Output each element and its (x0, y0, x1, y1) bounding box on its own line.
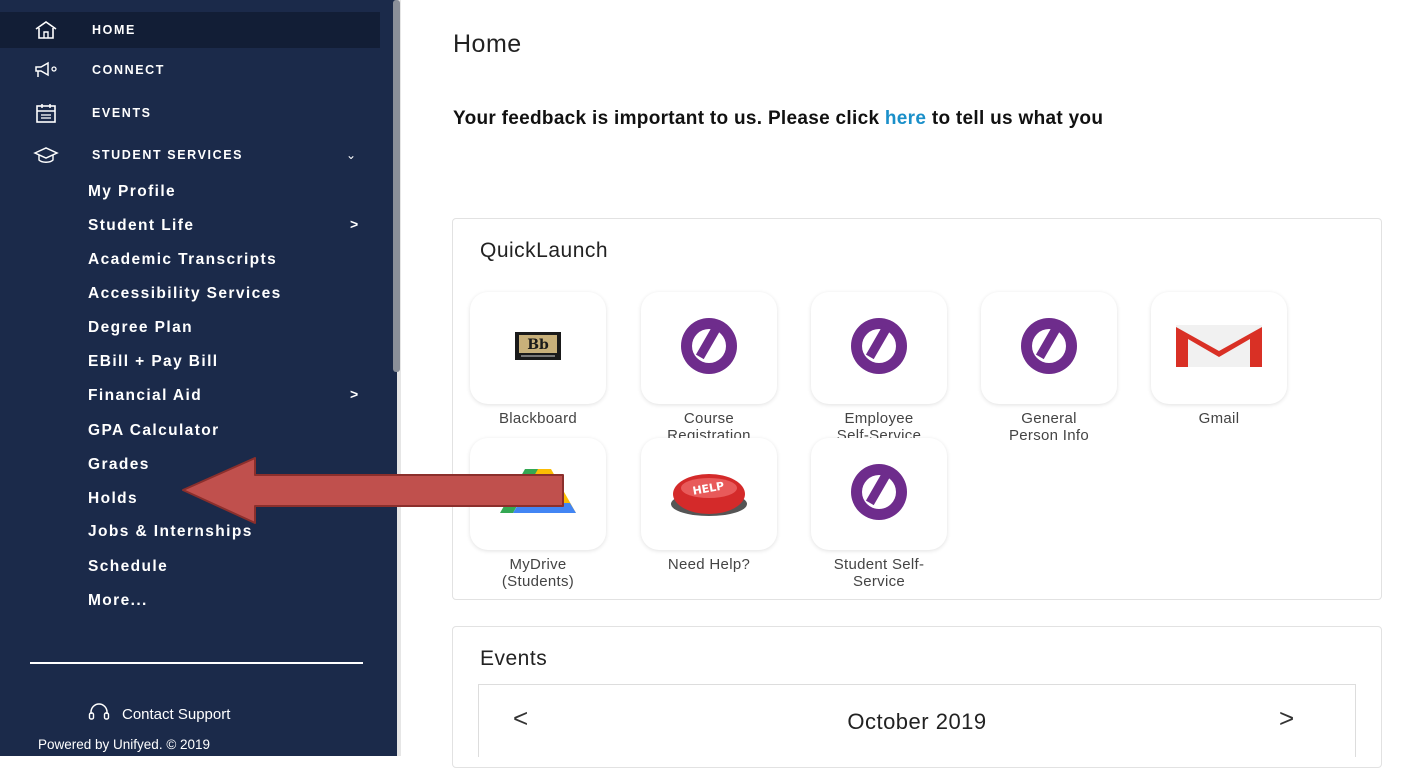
red-arrow-icon (182, 457, 564, 524)
